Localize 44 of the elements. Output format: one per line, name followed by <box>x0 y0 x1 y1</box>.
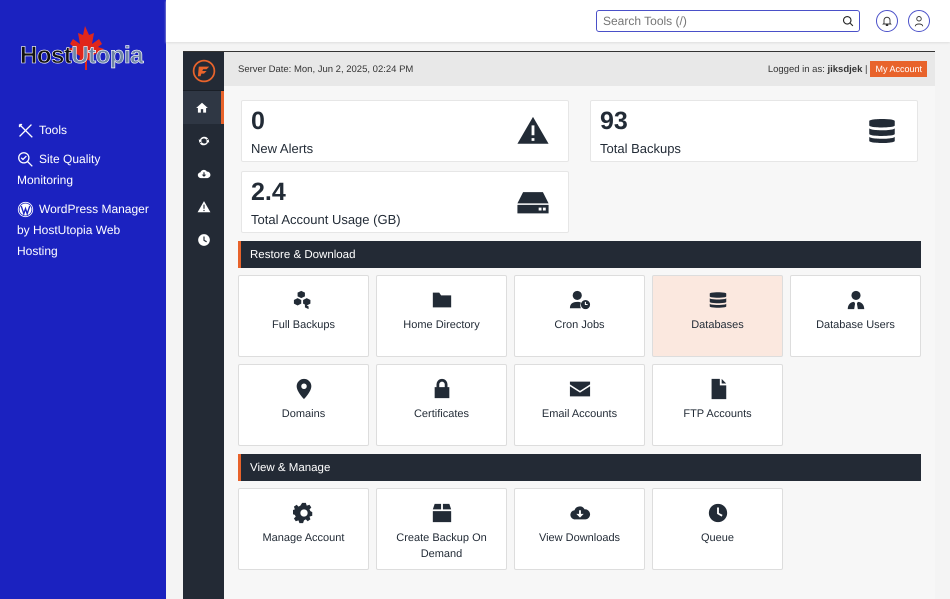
search-icon <box>842 15 854 27</box>
bell-icon <box>881 15 893 27</box>
stat-value: 93 <box>600 106 629 136</box>
wordpress-icon <box>17 201 34 218</box>
tool-tile[interactable]: Certificates <box>376 364 507 446</box>
tool-tile[interactable]: Email Accounts <box>514 364 645 446</box>
tool-tile[interactable]: Database Users <box>790 275 921 357</box>
notifications-button[interactable] <box>876 10 898 32</box>
tool-tile[interactable]: FTP Accounts <box>652 364 783 446</box>
tool-tile[interactable]: View Downloads <box>514 488 645 570</box>
tools-icon <box>17 122 34 140</box>
stat-label: Total Backups <box>600 140 681 156</box>
stat-value: 2.4 <box>251 178 287 206</box>
magnifier-icon <box>17 151 34 168</box>
tool-tile[interactable]: Manage Account <box>238 488 369 570</box>
tool-tile[interactable]: Domains <box>238 364 369 446</box>
logged-in-text: Logged in as: jiksdjek | <box>768 64 868 74</box>
sidebar-item[interactable]: Site Quality Monitoring <box>17 149 152 191</box>
sync-icon <box>196 134 210 148</box>
stat-label: New Alerts <box>251 140 314 156</box>
stat-label: Total Account Usage (GB) <box>251 212 401 226</box>
sidebar-item[interactable]: Tools <box>17 120 152 141</box>
box-icon <box>430 502 452 524</box>
section-header: View & Manage <box>238 454 921 481</box>
tool-tile[interactable]: Create Backup On Demand <box>376 488 507 570</box>
sidebar-item[interactable]: WordPress Manager by HostUtopia Web Hosting <box>17 199 152 262</box>
tool-tile[interactable]: Databases <box>652 275 783 357</box>
clock-icon <box>706 502 728 524</box>
section-header: Restore & Download <box>238 241 921 268</box>
tool-tile[interactable]: Queue <box>652 488 783 570</box>
tool-tile[interactable]: Full Backups <box>238 275 369 357</box>
profile-button[interactable] <box>908 10 930 32</box>
home-icon <box>195 100 209 114</box>
rail-item[interactable] <box>183 91 224 124</box>
tool-tile[interactable]: Home Directory <box>376 275 507 357</box>
clock-icon <box>196 232 210 246</box>
search-field[interactable]: Search Tools (/) <box>596 10 860 32</box>
server-date: Server Date: Mon, Jun 2, 2025, 02:24 PM <box>238 64 414 74</box>
gear-icon <box>292 502 314 524</box>
tool-tile[interactable]: Cron Jobs <box>514 275 645 357</box>
user-clock-icon <box>568 289 590 311</box>
warning-icon <box>196 200 210 214</box>
user-icon <box>913 15 925 27</box>
stat-value: 0 <box>251 106 266 136</box>
